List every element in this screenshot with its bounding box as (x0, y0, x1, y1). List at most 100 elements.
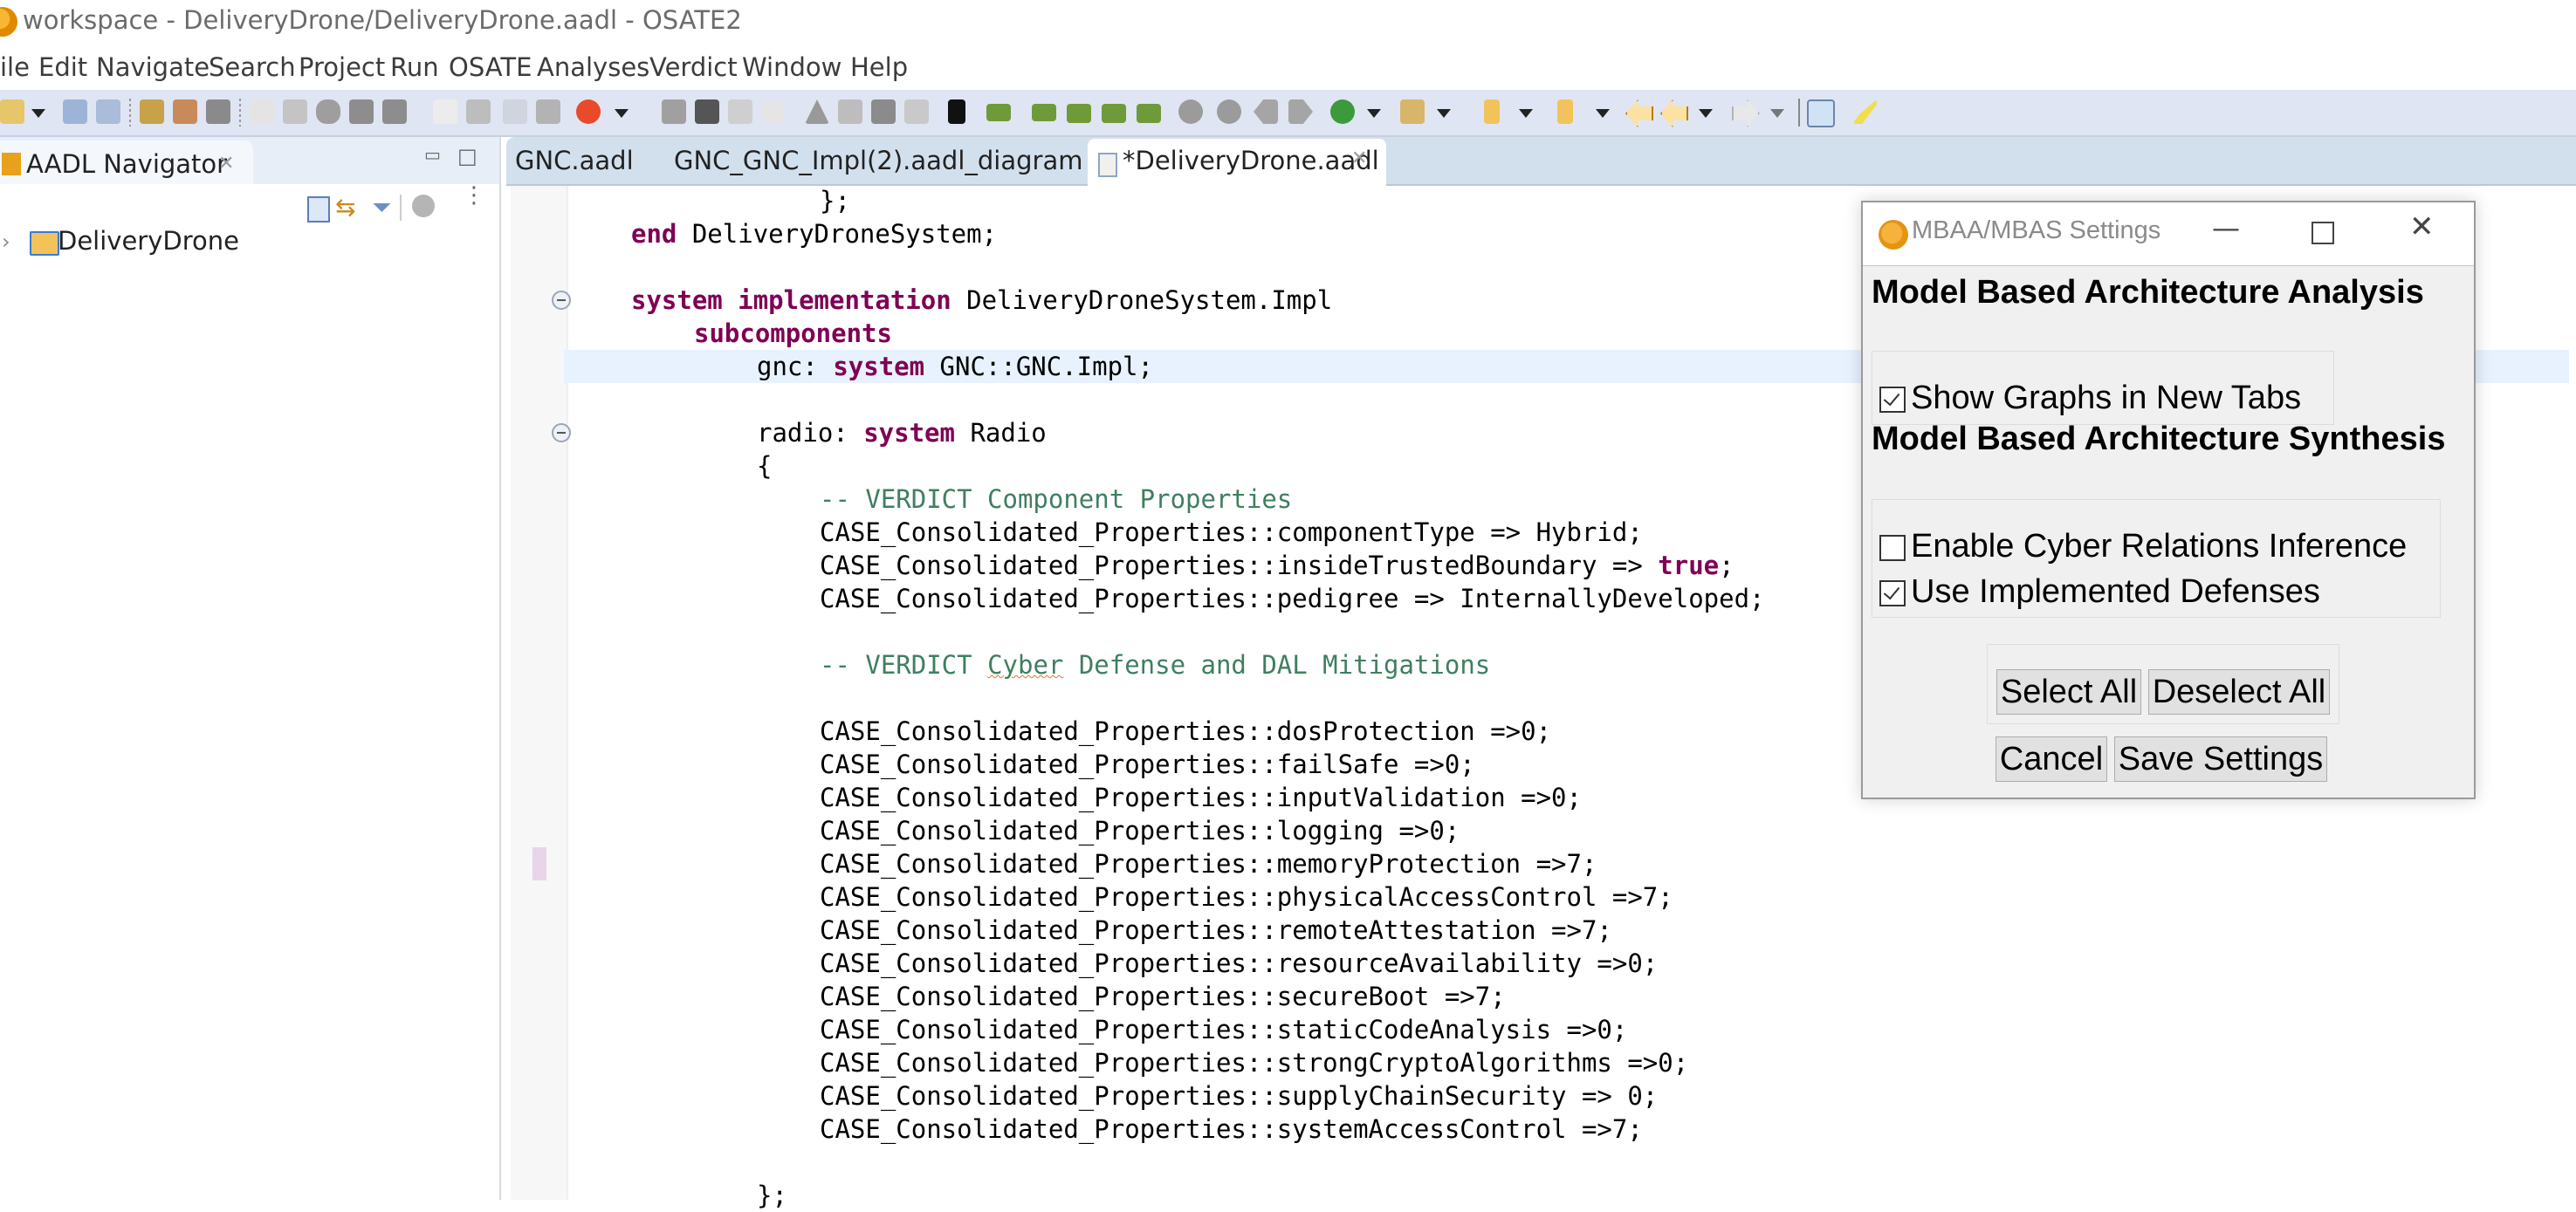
green-block-icon[interactable] (986, 104, 1011, 121)
expand-chevron-icon[interactable]: › (2, 229, 10, 254)
tab-aadl-navigator[interactable]: AADL Navigator ✕ (0, 140, 253, 184)
previous-annotation-icon[interactable] (1557, 99, 1573, 124)
maximize-icon[interactable] (2312, 222, 2334, 244)
menu-analyses[interactable]: Analyses (537, 52, 649, 82)
hourglass-icon[interactable] (466, 99, 491, 124)
code-line[interactable]: CASE_Consolidated_Properties::supplyChai… (631, 1079, 2569, 1113)
working-sets-icon[interactable] (412, 195, 435, 217)
menu-help[interactable]: Help (850, 52, 908, 82)
cyber-inference-checkbox[interactable] (1879, 535, 1906, 561)
next-annotation-icon[interactable] (1484, 99, 1500, 124)
filter-icon[interactable]: ⏷ (372, 193, 391, 223)
menu-search[interactable]: Search (209, 52, 296, 82)
menu-run[interactable]: Run (390, 52, 439, 82)
highlight-icon[interactable] (1852, 99, 1877, 124)
gear-icon[interactable] (838, 99, 862, 124)
code-line[interactable]: CASE_Consolidated_Properties::systemAcce… (631, 1113, 2569, 1146)
menu-edit[interactable]: Edit (38, 52, 87, 82)
close-icon[interactable]: ✕ (1351, 147, 1367, 169)
last-edit-location-icon[interactable] (1625, 99, 1653, 127)
new-aadl-package-icon[interactable] (140, 99, 164, 124)
tab-gnc-impl-diagram[interactable]: GNC_GNC_Impl(2).aadl_diagram (674, 146, 1083, 175)
tree-item-deliverydrone[interactable]: › DeliveryDrone (0, 224, 499, 259)
close-icon[interactable]: ✕ (218, 153, 234, 175)
new-aadl-property-set-icon[interactable] (173, 99, 197, 124)
minimize-icon[interactable]: ▭ (424, 144, 441, 165)
doc-dark-icon[interactable] (695, 99, 719, 124)
minimize-icon[interactable]: — (2212, 211, 2240, 244)
pen-dropdown-icon[interactable] (1437, 109, 1451, 118)
code-line[interactable]: CASE_Consolidated_Properties::remoteAtte… (631, 914, 2569, 947)
fold-toggle-icon[interactable] (552, 423, 571, 442)
run-locked-icon[interactable] (1330, 99, 1355, 124)
menu-verdict[interactable]: Verdict (649, 52, 738, 82)
code-line[interactable]: CASE_Consolidated_Properties::resourceAv… (631, 947, 2569, 980)
save-settings-button[interactable]: Save Settings (2114, 736, 2327, 782)
nw-icon[interactable] (728, 99, 752, 124)
menu-window[interactable]: Window (742, 52, 841, 82)
show-graphs-checkbox[interactable] (1879, 387, 1906, 413)
menu-osate[interactable]: OSATE (449, 52, 532, 82)
tab-gnc-aadl[interactable]: GNC.aadl (515, 146, 634, 175)
save-all-icon[interactable] (96, 99, 120, 124)
new-icon[interactable] (0, 99, 24, 124)
green-block-icon[interactable] (1032, 104, 1056, 121)
new-aadl-diagram-icon[interactable] (206, 99, 230, 124)
back-dropdown-icon[interactable] (1699, 109, 1713, 118)
funnel-icon[interactable] (904, 99, 929, 124)
graph-icon[interactable] (283, 99, 307, 124)
collapse-all-icon[interactable] (307, 196, 330, 223)
menu-file[interactable]: ile (0, 52, 30, 82)
doc-icon[interactable] (662, 99, 686, 124)
cancel-icon[interactable] (1217, 99, 1241, 124)
code-line[interactable]: CASE_Consolidated_Properties::physicalAc… (631, 880, 2569, 914)
sigma-icon[interactable] (250, 99, 274, 124)
circle-icon[interactable] (761, 99, 786, 124)
bug-icon[interactable] (576, 99, 601, 124)
back-icon[interactable] (1660, 99, 1688, 127)
green-stack-icon[interactable] (1137, 104, 1161, 123)
link-with-editor-icon[interactable]: ⇆ (335, 193, 355, 222)
menu-navigate[interactable]: Navigate (96, 52, 210, 82)
instance-icon[interactable] (433, 99, 457, 124)
previous-annotation-dropdown-icon[interactable] (1596, 109, 1610, 118)
code-line[interactable]: CASE_Consolidated_Properties::strongCryp… (631, 1046, 2569, 1079)
next-annotation-dropdown-icon[interactable] (1519, 109, 1533, 118)
green-stack-icon[interactable] (1102, 104, 1126, 123)
tab-deliverydrone-aadl[interactable]: *DeliveryDrone.aadl ✕ (1088, 139, 1386, 186)
save-icon[interactable] (63, 99, 87, 124)
forward-gray-icon[interactable] (1288, 99, 1313, 124)
new-dropdown-icon[interactable] (31, 109, 45, 118)
forward-icon[interactable] (1732, 99, 1760, 127)
check-icon[interactable] (536, 99, 560, 124)
deselect-all-button[interactable]: Deselect All (2148, 669, 2330, 715)
menu-project[interactable]: Project (299, 52, 385, 82)
code-line[interactable]: CASE_Consolidated_Properties::logging =>… (631, 814, 2569, 847)
back-gray-icon[interactable] (1254, 99, 1278, 124)
table-icon[interactable] (871, 99, 896, 124)
stop-icon[interactable] (1178, 99, 1203, 124)
bug-dropdown-icon[interactable] (615, 109, 629, 118)
select-all-button[interactable]: Select All (1996, 669, 2141, 715)
code-line[interactable]: }; (631, 1179, 2569, 1212)
maximize-icon[interactable]: □ (457, 144, 477, 168)
dialog-title-bar[interactable]: MBAA/MBAS Settings — ✕ (1863, 202, 2474, 266)
fold-toggle-icon[interactable] (552, 291, 571, 310)
code-line[interactable]: CASE_Consolidated_Properties::memoryProt… (631, 847, 2569, 880)
pen-icon[interactable] (1400, 99, 1425, 124)
implemented-defenses-checkbox[interactable] (1879, 580, 1906, 606)
microscope-icon[interactable] (948, 99, 965, 124)
triangle-icon[interactable] (805, 99, 829, 124)
grid-icon[interactable] (382, 99, 407, 124)
question-arrow-icon[interactable] (503, 99, 527, 124)
run-dropdown-icon[interactable] (1367, 109, 1381, 118)
close-icon[interactable]: ✕ (2409, 209, 2435, 244)
green-stack-icon[interactable] (1067, 104, 1091, 123)
code-line[interactable]: CASE_Consolidated_Properties::staticCode… (631, 1013, 2569, 1046)
bus-icon[interactable] (349, 99, 374, 124)
code-line[interactable]: CASE_Consolidated_Properties::secureBoot… (631, 980, 2569, 1013)
cancel-button[interactable]: Cancel (1996, 736, 2107, 782)
capsule-icon[interactable] (316, 99, 340, 124)
pin-editor-icon[interactable] (1807, 99, 1835, 127)
view-menu-icon[interactable]: ⋮ (463, 184, 485, 207)
